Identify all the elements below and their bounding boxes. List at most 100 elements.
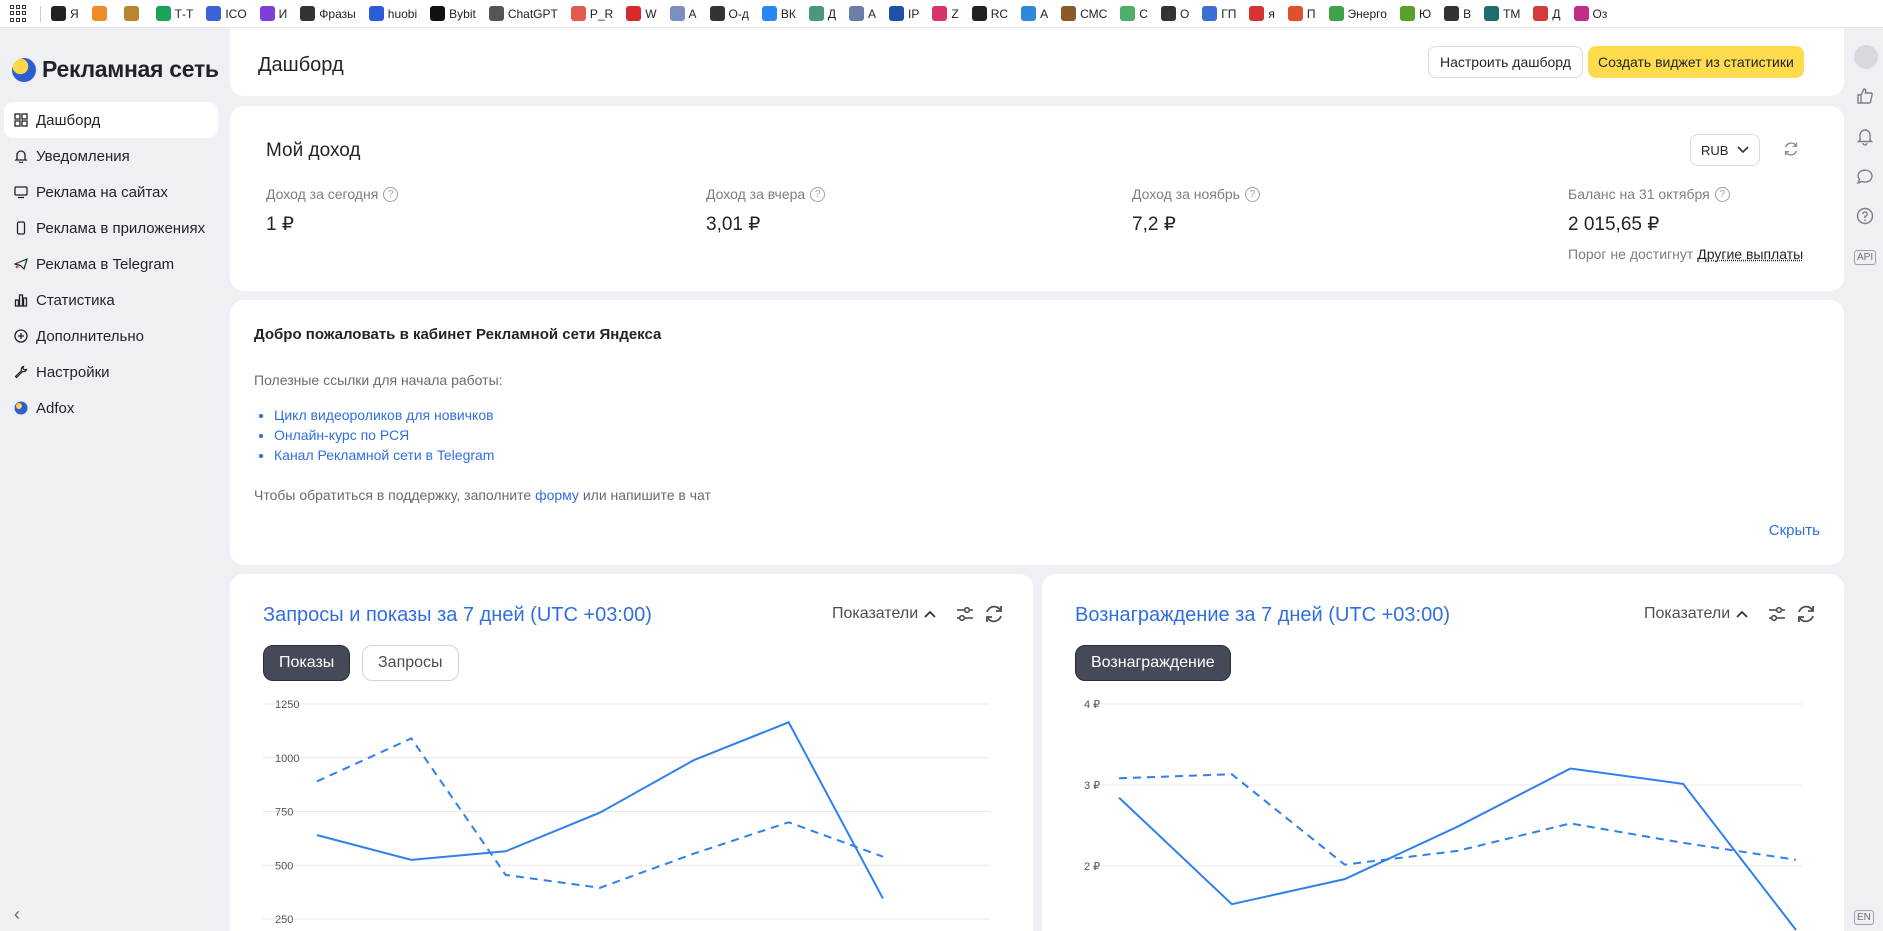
- bookmark-item[interactable]: [123, 6, 143, 21]
- telegram-channel-link[interactable]: Канал Рекламной сети в Telegram: [274, 447, 494, 463]
- bookmark-item[interactable]: ICO: [206, 6, 247, 21]
- bookmark-item[interactable]: W: [626, 6, 657, 21]
- bookmark-item[interactable]: Я: [51, 6, 79, 21]
- requests-impressions-widget: 1250 1000 750 500 250 Запросы и показы за 7 …: [230, 574, 1033, 931]
- logo[interactable]: Рекламная сеть: [12, 56, 219, 83]
- sidebar-item[interactable]: Adfox: [4, 390, 218, 426]
- sidebar-item[interactable]: Настройки: [4, 354, 218, 390]
- series-line-dashed: [1118, 773, 1797, 866]
- bookmark-label: Оз: [1592, 6, 1608, 21]
- bookmark-label: A: [1040, 6, 1049, 21]
- bookmark-item[interactable]: Z: [932, 6, 959, 21]
- requests-chip[interactable]: Запросы: [362, 645, 459, 681]
- bookmark-item[interactable]: ТМ: [1484, 6, 1520, 21]
- bookmark-item[interactable]: Т-Т: [155, 6, 194, 21]
- support-form-link[interactable]: форму: [535, 487, 579, 503]
- refresh-icon[interactable]: [1795, 603, 1817, 625]
- help-icon[interactable]: ?: [383, 186, 399, 202]
- bookmark-item[interactable]: Д: [1533, 6, 1561, 21]
- settings-sliders-icon[interactable]: [954, 603, 976, 625]
- api-icon[interactable]: API: [1854, 250, 1877, 265]
- sidebar-item[interactable]: Реклама в Telegram: [4, 246, 218, 282]
- bookmark-favicon-icon: [1484, 6, 1500, 21]
- bookmark-item[interactable]: ChatGPT: [488, 6, 558, 21]
- online-course-link[interactable]: Онлайн-курс по РСЯ: [274, 427, 409, 443]
- help-icon[interactable]: ?: [1244, 186, 1260, 202]
- bookmarks-bar: Я Т-Т ICO И Фразы huobi Bybit ChatGPT P_R W A О-д ВК…: [0, 0, 1883, 28]
- other-payouts-link[interactable]: Другие выплаты: [1697, 246, 1803, 262]
- help-icon[interactable]: [1855, 206, 1875, 226]
- sidebar-item[interactable]: Дашборд: [4, 102, 218, 138]
- help-icon[interactable]: ?: [1714, 186, 1730, 202]
- bookmark-favicon-icon: [626, 6, 642, 21]
- video-series-link[interactable]: Цикл видеороликов для новичков: [274, 407, 494, 423]
- bookmark-item[interactable]: О-д: [709, 6, 749, 21]
- sidebar-item-label: Реклама на сайтах: [36, 183, 168, 201]
- sidebar-item[interactable]: Реклама в приложениях: [4, 210, 218, 246]
- bookmark-label: СМС: [1080, 6, 1108, 21]
- impressions-chip[interactable]: Показы: [263, 645, 351, 681]
- refresh-icon[interactable]: [983, 603, 1005, 625]
- requests-impressions-chart: 1250 1000 750 500 250: [263, 699, 990, 926]
- bookmark-item[interactable]: П: [1287, 6, 1316, 21]
- create-widget-button[interactable]: Создать виджет из статистики: [1588, 46, 1804, 78]
- bookmark-label: Т-Т: [174, 6, 194, 21]
- chat-icon[interactable]: [1855, 166, 1875, 186]
- configure-dashboard-button[interactable]: Настроить дашборд: [1428, 46, 1583, 78]
- sidebar-item[interactable]: Дополнительно: [4, 318, 218, 354]
- sidebar-item[interactable]: Статистика: [4, 282, 218, 318]
- bookmark-item[interactable]: A: [1021, 6, 1048, 21]
- currency-select[interactable]: RUB: [1690, 134, 1760, 166]
- bookmark-item[interactable]: A: [669, 6, 697, 21]
- hide-welcome-link[interactable]: Скрыть: [1769, 522, 1820, 539]
- bookmark-item[interactable]: я: [1249, 6, 1275, 21]
- metrics-dropdown[interactable]: Показатели: [1644, 605, 1748, 623]
- avatar[interactable]: [1854, 45, 1878, 69]
- settings-sliders-icon[interactable]: [1766, 603, 1788, 625]
- sidebar-item[interactable]: Уведомления: [4, 138, 218, 174]
- sidebar-item[interactable]: Реклама на сайтах: [4, 174, 218, 210]
- bookmark-item[interactable]: Энерго: [1328, 6, 1387, 21]
- language-switch[interactable]: EN: [1854, 910, 1874, 925]
- sidebar-item-label: Статистика: [36, 291, 115, 309]
- bookmark-item[interactable]: В: [1444, 6, 1471, 21]
- bookmark-item[interactable]: [91, 6, 111, 21]
- thumbs-up-icon[interactable]: [1855, 86, 1875, 106]
- chevron-down-icon: [1737, 146, 1749, 154]
- sidebar-item-label: Adfox: [36, 399, 75, 417]
- chart-title[interactable]: Запросы и показы за 7 дней (UTC +03:00): [263, 604, 652, 627]
- y-tick-label: 1250: [275, 699, 299, 711]
- y-tick-label: 4 ₽: [1084, 699, 1100, 711]
- chart-title[interactable]: Вознаграждение за 7 дней (UTC +03:00): [1075, 604, 1450, 627]
- bookmark-label: я: [1268, 6, 1275, 21]
- bookmark-favicon-icon: [155, 6, 171, 21]
- bookmark-item[interactable]: A: [849, 6, 876, 21]
- bookmark-item[interactable]: RC: [971, 6, 1008, 21]
- bookmark-item[interactable]: Ю: [1399, 6, 1431, 21]
- page-title: Дашборд: [258, 54, 344, 76]
- bookmark-item[interactable]: О: [1160, 6, 1190, 21]
- bookmark-item[interactable]: И: [259, 6, 287, 21]
- bookmark-label: О: [1179, 6, 1190, 21]
- bookmark-item[interactable]: СМС: [1061, 6, 1107, 21]
- help-icon[interactable]: ?: [810, 186, 826, 202]
- bookmark-item[interactable]: huobi: [368, 6, 417, 21]
- bookmark-item[interactable]: ГП: [1202, 6, 1236, 21]
- bookmark-item[interactable]: IP: [889, 6, 919, 21]
- sidebar-nav: Дашборд Уведомления Реклама на сайтах Рекла…: [4, 102, 218, 426]
- bell-icon[interactable]: [1855, 126, 1875, 146]
- bookmark-item[interactable]: С: [1120, 6, 1148, 21]
- metric-value: 7,2 ₽: [1132, 214, 1176, 235]
- apps-grid-icon[interactable]: [10, 4, 28, 23]
- bookmark-item[interactable]: Bybit: [430, 6, 476, 21]
- collapse-sidebar-icon[interactable]: ‹: [14, 904, 20, 925]
- bookmark-item[interactable]: Оз: [1573, 6, 1608, 21]
- bookmark-item[interactable]: ВК: [761, 6, 796, 21]
- metrics-dropdown[interactable]: Показатели: [832, 605, 936, 623]
- bookmark-favicon-icon: [1328, 6, 1344, 21]
- refresh-icon[interactable]: [1782, 140, 1800, 158]
- bookmark-item[interactable]: P_R: [570, 6, 613, 21]
- reward-chip[interactable]: Вознаграждение: [1075, 645, 1231, 681]
- bookmark-item[interactable]: Д: [808, 6, 836, 21]
- bookmark-item[interactable]: Фразы: [300, 6, 356, 21]
